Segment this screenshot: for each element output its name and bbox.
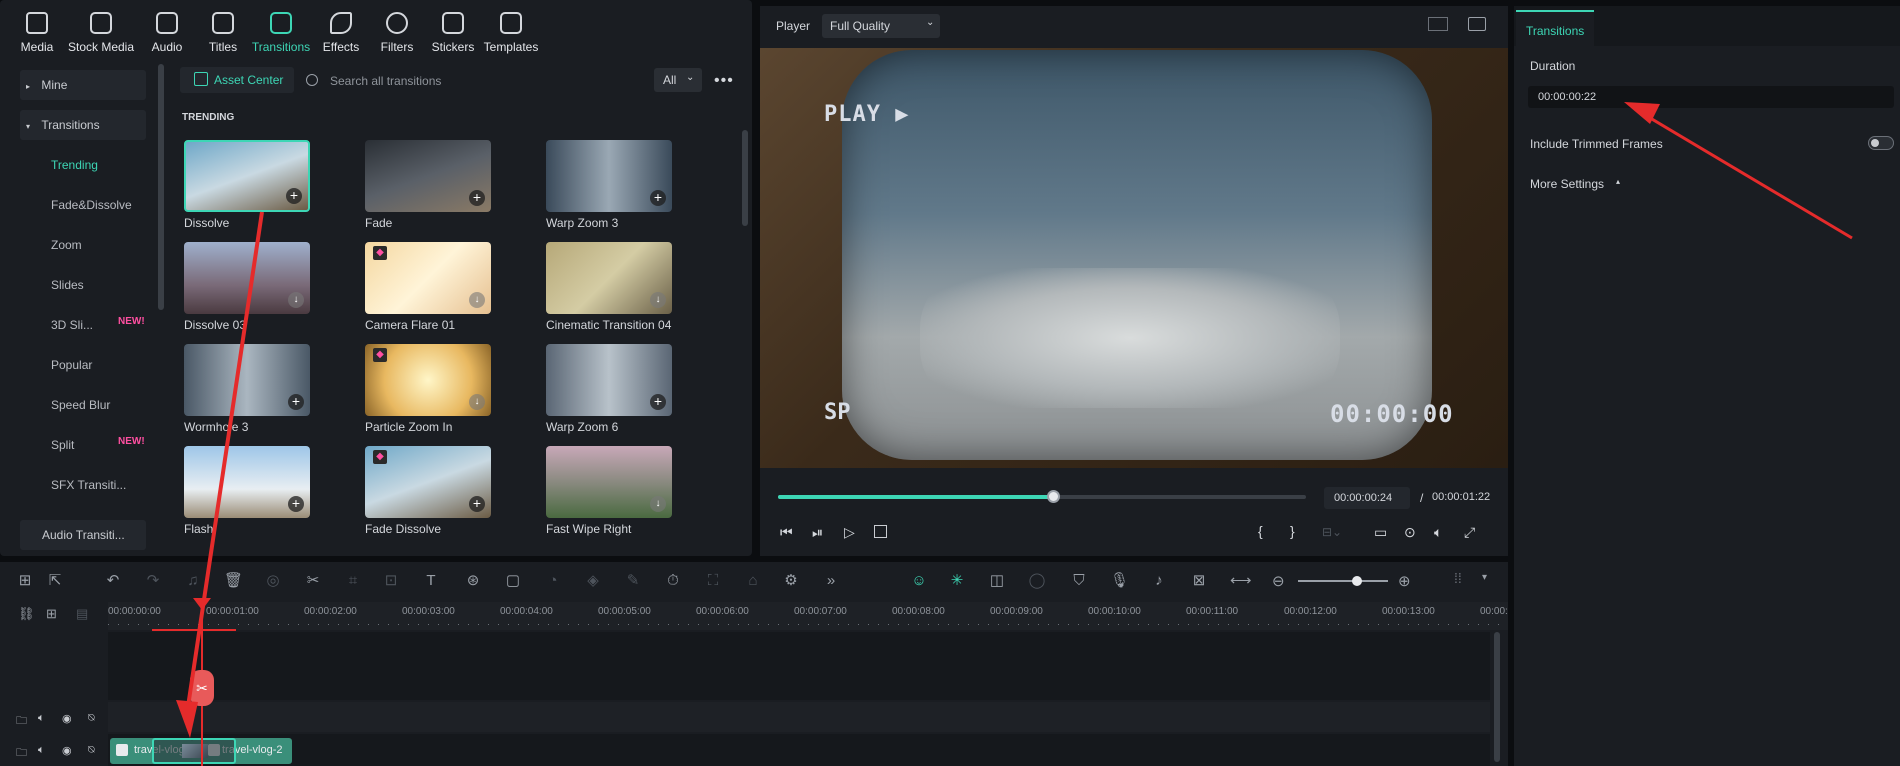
annotation-arrows: [176, 102, 1853, 738]
annotation-arrowhead: [176, 700, 198, 738]
annotation-arrow-line: [184, 211, 264, 721]
annotation-arrow-line: [1639, 110, 1853, 240]
